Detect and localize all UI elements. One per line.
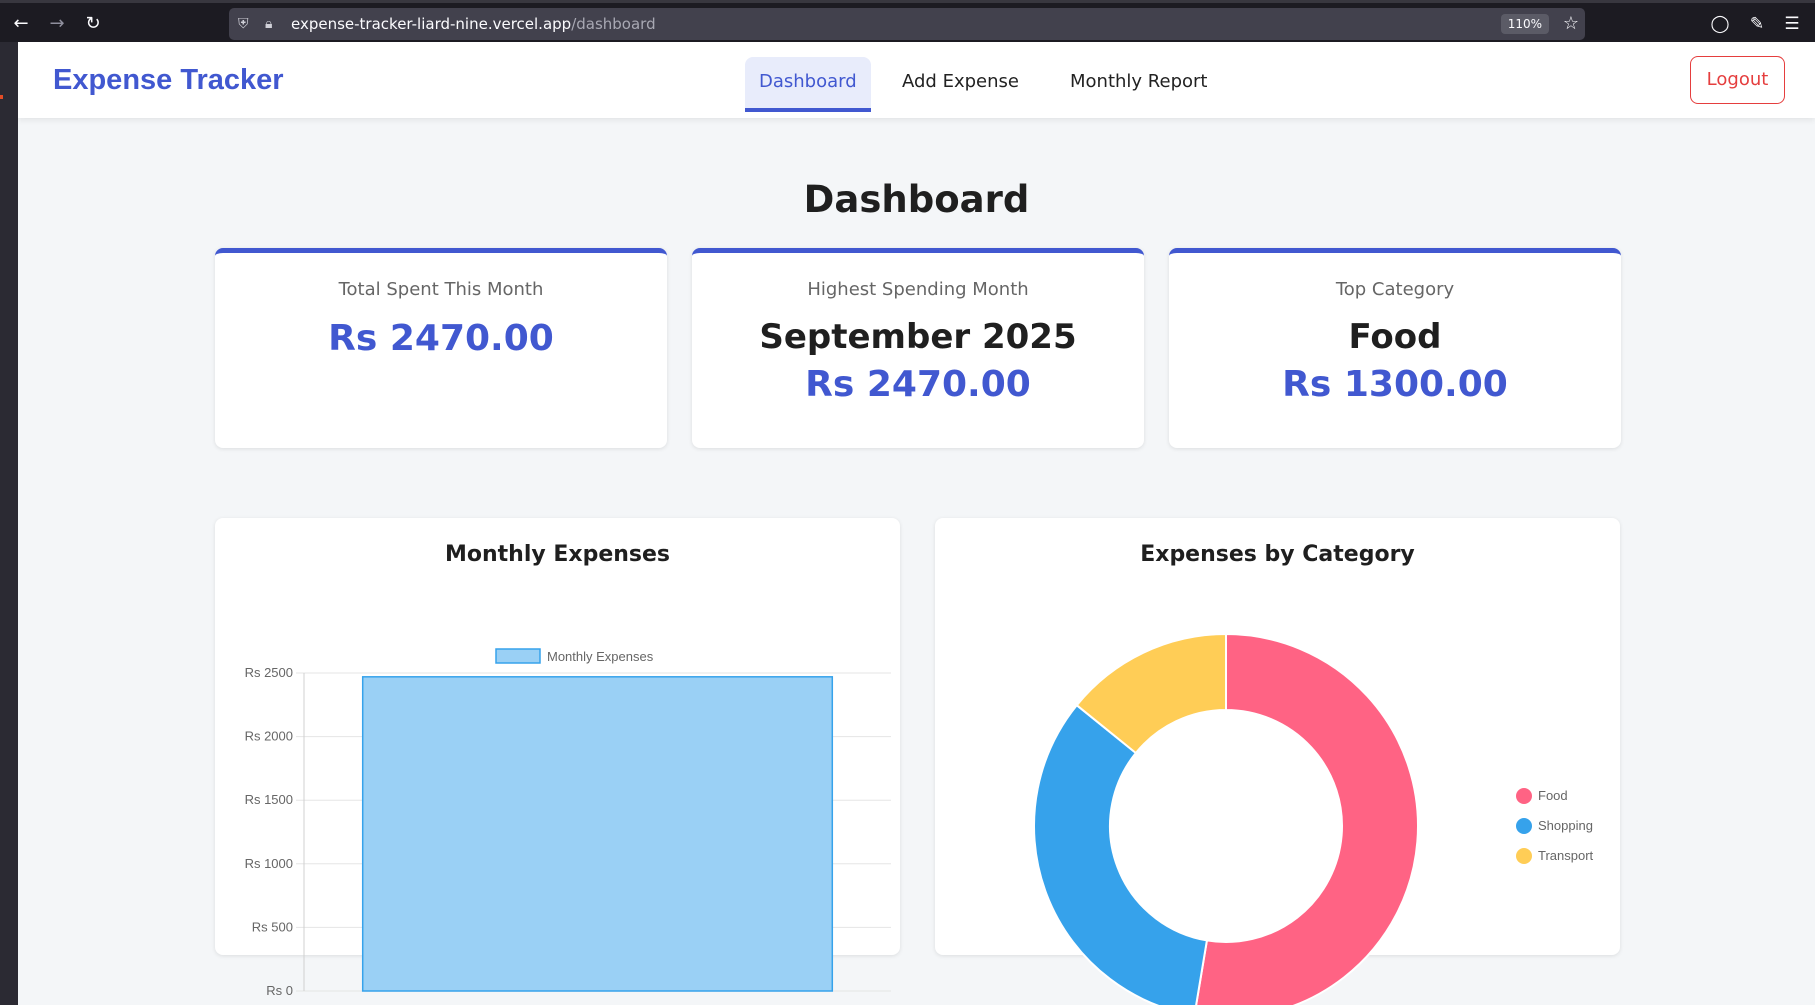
indicator-dot	[0, 95, 3, 99]
stat-amount: Rs 2470.00	[805, 364, 1031, 405]
monthly-expenses-chart: Monthly Expenses Rs 2500 Rs 2000 Rs 1500 Rs …	[245, 648, 891, 998]
chart-legend: Monthly Expenses	[495, 648, 654, 664]
back-arrow-icon[interactable]: ←	[8, 11, 34, 37]
y-tick-label: Rs 2000	[245, 729, 293, 744]
y-tick-label: Rs 500	[252, 919, 293, 934]
forward-arrow-icon[interactable]: →	[44, 11, 70, 37]
legend-label: Food	[1538, 788, 1568, 803]
legend-swatch	[495, 648, 541, 664]
legend-label: Shopping	[1538, 818, 1593, 833]
shield-icon[interactable]: ⛨	[238, 14, 249, 34]
zoom-level-badge[interactable]: 110%	[1500, 14, 1549, 34]
brand-logo[interactable]: Expense Tracker	[53, 60, 284, 100]
donut-slice	[1195, 632, 1419, 1005]
stat-amount: Rs 1300.00	[1282, 364, 1508, 405]
browser-toolbar: ← → ↻ ⛨ 🔒︎ expense-tracker-liard-nine.ve…	[0, 0, 1815, 42]
stat-value: Food	[1348, 317, 1442, 357]
stat-card-total-spent: Total Spent This Month Rs 2470.00	[215, 248, 667, 448]
url-bar[interactable]: ⛨ 🔒︎ expense-tracker-liard-nine.vercel.a…	[229, 8, 1585, 40]
star-icon[interactable]: ☆	[1563, 12, 1579, 36]
expenses-by-category-chart: Food Shopping Transport	[1033, 632, 1594, 1005]
legend-swatch	[1516, 788, 1532, 804]
stat-card-top-category: Top Category Food Rs 1300.00	[1169, 248, 1621, 448]
legend-label: Transport	[1538, 848, 1594, 863]
stat-card-highest-month: Highest Spending Month September 2025 Rs…	[692, 248, 1144, 448]
url-text[interactable]: expense-tracker-liard-nine.vercel.app/da…	[291, 14, 656, 34]
donut-slice	[1033, 703, 1209, 1005]
stat-label: Top Category	[1335, 279, 1455, 300]
y-tick-label: Rs 1500	[245, 792, 293, 807]
stat-amount: Rs 2470.00	[328, 318, 554, 359]
page-viewport: Expense Tracker Dashboard Add Expense Mo…	[18, 42, 1815, 1005]
tab-dashboard[interactable]: Dashboard	[745, 57, 871, 112]
url-host: expense-tracker-liard-nine.vercel.app	[291, 15, 572, 33]
chart-legend: Food Shopping Transport	[1516, 788, 1594, 864]
legend-label: Monthly Expenses	[547, 649, 654, 664]
legend-swatch	[1516, 818, 1532, 834]
y-tick-label: Rs 2500	[245, 665, 293, 680]
y-tick-label: Rs 0	[266, 983, 293, 998]
browser-side-strip	[0, 42, 18, 1005]
lock-icon: 🔒︎	[265, 16, 273, 32]
stat-value: September 2025	[759, 317, 1077, 357]
reload-icon[interactable]: ↻	[80, 11, 106, 37]
tab-add-expense[interactable]: Add Expense	[888, 57, 1033, 112]
page-title: Dashboard	[803, 178, 1030, 221]
stat-label: Highest Spending Month	[807, 279, 1029, 300]
expenses-by-category-card: Expenses by Category Food Shopping Transpo…	[935, 518, 1620, 1005]
extensions-icon[interactable]: ✎	[1744, 11, 1770, 37]
monthly-expenses-card: Monthly Expenses Monthly Expenses Rs 2500…	[215, 518, 900, 998]
account-icon[interactable]: ◯	[1707, 11, 1733, 37]
logout-button[interactable]: Logout	[1690, 56, 1785, 104]
url-path: /dashboard	[571, 15, 656, 33]
bar	[361, 676, 834, 992]
stat-label: Total Spent This Month	[338, 279, 544, 300]
app-header: Expense Tracker Dashboard Add Expense Mo…	[18, 42, 1815, 118]
menu-icon[interactable]: ☰	[1779, 11, 1805, 37]
tab-monthly-report[interactable]: Monthly Report	[1056, 57, 1221, 112]
y-tick-label: Rs 1000	[245, 856, 293, 871]
legend-swatch	[1516, 848, 1532, 864]
